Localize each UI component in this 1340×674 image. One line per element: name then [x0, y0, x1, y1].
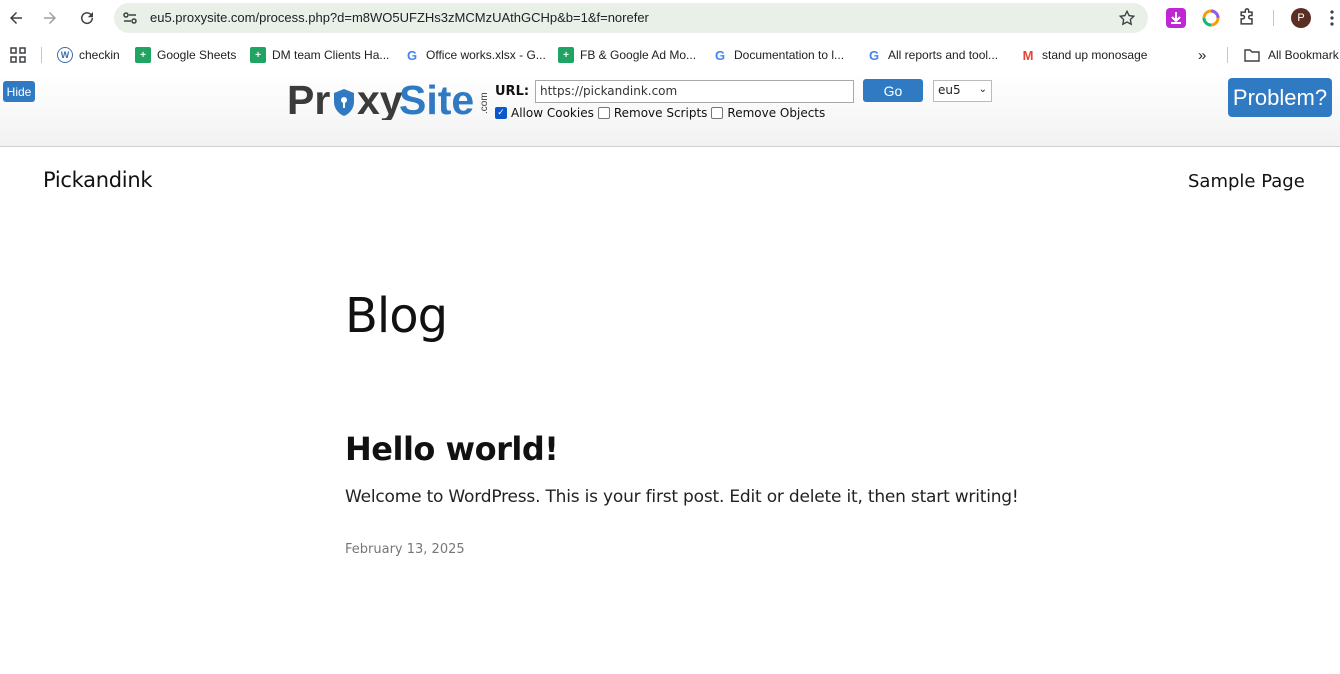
arrow-left-icon — [10, 12, 22, 24]
svg-text:Pr: Pr — [287, 77, 330, 120]
sheets-icon: + — [558, 47, 574, 63]
bookmark-item[interactable]: G Office works.xlsx - G... — [404, 46, 546, 64]
option-label: Remove Scripts — [613, 106, 708, 120]
bookmark-label: stand up monosage — [1042, 48, 1148, 62]
problem-button[interactable]: Problem? — [1228, 78, 1332, 117]
bookmarks-bar: Wcheckin + Google Sheets + DM team Clients… — [0, 36, 1340, 74]
bookmark-label: checkin — [79, 48, 120, 62]
bookmark-label: All reports and tool... — [888, 48, 999, 62]
option-remove-scripts[interactable]: Remove Scripts — [597, 106, 708, 120]
option-allow-cookies[interactable]: ✓ Allow Cookies — [495, 106, 594, 120]
bookmark-label: FB & Google Ad Mo... — [580, 48, 697, 62]
apps-grid-icon — [10, 47, 26, 63]
sheets-icon: + — [250, 47, 266, 63]
post-excerpt: Welcome to WordPress. This is your first… — [345, 487, 1019, 507]
apps-button[interactable] — [10, 46, 26, 64]
server-select[interactable]: eu5 ⌄ — [933, 80, 992, 102]
bookmark-item[interactable]: G All reports and tool... — [866, 46, 998, 64]
back-button[interactable] — [4, 6, 28, 30]
browser-toolbar: eu5.proxysite.com/process.php?d=m8WO5UFZ… — [0, 0, 1340, 36]
hide-button[interactable]: Hide — [3, 81, 35, 102]
proxy-options: ✓ Allow Cookies Remove Scripts Remove Ob… — [495, 106, 829, 120]
arrow-right-icon — [44, 12, 56, 24]
server-select-value: eu5 — [938, 83, 961, 97]
folder-icon — [1244, 49, 1260, 62]
profile-avatar[interactable]: P — [1291, 8, 1311, 28]
option-label: Allow Cookies — [511, 106, 594, 120]
bookmark-star-icon[interactable] — [1118, 9, 1136, 27]
proxysite-logo-wordmark: Pr xy Site — [287, 77, 474, 120]
site-settings-icon[interactable] — [122, 10, 138, 26]
download-extension-icon[interactable] — [1166, 8, 1186, 28]
option-label: Remove Objects — [727, 106, 826, 120]
gmail-icon: M — [1022, 47, 1034, 63]
remove-objects-checkbox[interactable] — [711, 107, 724, 119]
google-icon: G — [868, 47, 880, 63]
remove-scripts-checkbox[interactable] — [597, 107, 610, 119]
double-chevron-icon: » — [1198, 46, 1207, 64]
bookmarks-divider — [1227, 47, 1228, 63]
bookmark-item[interactable]: G Documentation to l... — [712, 46, 844, 64]
google-icon: G — [714, 47, 726, 63]
more-bookmarks-button[interactable]: » — [1198, 46, 1206, 64]
option-remove-objects[interactable]: Remove Objects — [711, 106, 825, 120]
extensions-puzzle-icon[interactable] — [1237, 8, 1257, 28]
nav-sample-page[interactable]: Sample Page — [1188, 171, 1305, 192]
google-icon: G — [406, 47, 418, 63]
logo-com: .com — [479, 92, 490, 114]
allow-cookies-checkbox[interactable]: ✓ — [495, 107, 507, 119]
proxy-url-input[interactable]: https://pickandink.com — [535, 80, 854, 103]
bookmark-label: Office works.xlsx - G... — [426, 48, 546, 62]
bookmark-label: Google Sheets — [157, 48, 237, 62]
bookmark-item[interactable]: Mstand up monosage — [1020, 46, 1148, 64]
proxy-header: Hide Pr xy Site .com URL: https://pickan… — [0, 74, 1340, 147]
bookmark-item[interactable]: + FB & Google Ad Mo... — [558, 46, 696, 64]
forward-button[interactable] — [38, 6, 62, 30]
post-title[interactable]: Hello world! — [345, 430, 559, 468]
url-label: URL: — [495, 84, 530, 99]
chevron-down-icon: ⌄ — [978, 84, 987, 95]
color-ring-extension-icon[interactable] — [1201, 8, 1221, 28]
more-menu-icon[interactable] — [1328, 8, 1336, 28]
svg-text:xy: xy — [357, 77, 403, 120]
post-date[interactable]: February 13, 2025 — [345, 542, 465, 557]
bookmark-item[interactable]: + Google Sheets — [135, 46, 236, 64]
page-title: Blog — [345, 288, 448, 344]
all-bookmarks-button[interactable]: All Bookmark — [1244, 46, 1339, 64]
reload-icon — [81, 12, 94, 25]
address-bar[interactable]: eu5.proxysite.com/process.php?d=m8WO5UFZ… — [114, 3, 1148, 33]
site-title[interactable]: Pickandink — [43, 168, 153, 192]
sheets-icon: + — [135, 47, 151, 63]
wordpress-icon: W — [57, 47, 73, 63]
proxysite-logo[interactable]: Pr xy Site .com — [287, 76, 490, 120]
bookmark-label: DM team Clients Ha... — [272, 48, 390, 62]
toolbar-divider — [1273, 10, 1274, 26]
bookmark-item[interactable]: Wcheckin — [57, 46, 120, 64]
bookmark-item[interactable]: + DM team Clients Ha... — [250, 46, 389, 64]
bookmark-label: Documentation to l... — [734, 48, 845, 62]
svg-text:Site: Site — [399, 77, 474, 120]
all-bookmarks-label: All Bookmark — [1268, 48, 1339, 62]
url-text[interactable]: eu5.proxysite.com/process.php?d=m8WO5UFZ… — [150, 10, 649, 25]
reload-button[interactable] — [75, 6, 99, 30]
bookmarks-divider — [41, 47, 42, 63]
go-button[interactable]: Go — [863, 79, 923, 102]
